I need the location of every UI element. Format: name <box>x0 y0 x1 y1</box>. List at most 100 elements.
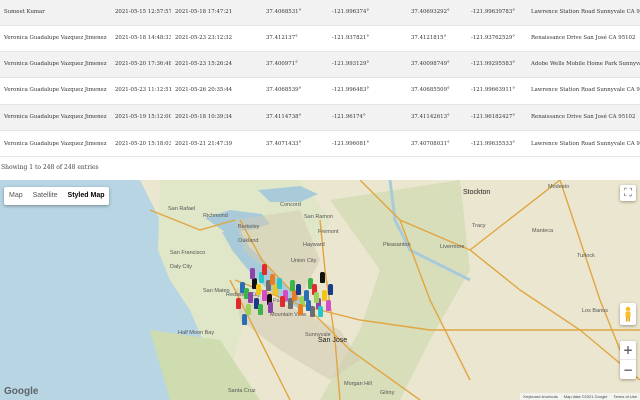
pegman-figure-icon <box>625 306 631 322</box>
map-marker[interactable] <box>248 292 253 303</box>
map-marker[interactable] <box>258 304 263 315</box>
cell-device-latitude: 37.40098749° <box>407 50 467 78</box>
cell-address: Lawrence Station Road Sunnyvale CA 94089 <box>527 77 640 105</box>
cell-user-name: Veronica Guadalupe Vazquez Jimenez <box>0 77 111 105</box>
cell-end-time: 2021-05-18 10:39:34 <box>171 103 262 131</box>
cell-latitude: 37.4068531° <box>262 0 328 25</box>
map-marker[interactable] <box>306 300 311 311</box>
cell-user-name: Veronica Guadalupe Vazquez Jimenez <box>0 24 111 52</box>
map-marker[interactable] <box>268 302 273 313</box>
city-label: Pleasanton <box>383 242 411 248</box>
map-marker[interactable] <box>328 284 333 295</box>
cell-longitude: -121.96174° <box>328 103 407 131</box>
google-logo: Google <box>4 386 39 397</box>
map-marker[interactable] <box>256 284 261 295</box>
city-label: Daly City <box>170 264 193 270</box>
table-row: Veronica Guadalupe Vazquez Jimenez 2021-0… <box>0 24 640 52</box>
cell-address: Adobe Wells Mobile Home Park Sunnyvale C… <box>527 50 640 78</box>
cell-latitude: 37.4071433° <box>262 130 328 156</box>
cell-user-name: Sumeet Kumar <box>0 0 111 25</box>
cell-end-time: 2021-05-23 23:12:32 <box>171 24 262 52</box>
terms-of-use-link[interactable]: Terms of Use <box>613 393 637 400</box>
cell-device-latitude: 37.40685509° <box>407 77 467 105</box>
table-row: Sumeet Kumar 2021-05-15 12:57:57 2021-05-1… <box>0 0 640 25</box>
cell-start-time: 2021-05-20 15:18:03 <box>111 130 171 156</box>
map-marker[interactable] <box>296 284 301 295</box>
cell-longitude: -121.996374° <box>328 0 407 25</box>
cell-device-latitude: 37.40708031° <box>407 130 467 156</box>
cell-device-latitude: 37.41142613° <box>407 103 467 131</box>
cell-user-name: Veronica Guadalupe Vazquez Jimenez <box>0 50 111 78</box>
map-type-control: Map Satellite Styled Map <box>4 187 110 205</box>
cell-end-time: 2021-05-23 15:26:24 <box>171 50 262 78</box>
map-marker[interactable] <box>236 298 241 309</box>
city-label: Hayward <box>303 242 325 248</box>
city-label: Berkeley <box>238 224 260 230</box>
map-marker[interactable] <box>298 304 303 315</box>
city-label: San Rafael <box>168 206 196 212</box>
cell-end-time: 2021-05-21 21:47:39 <box>171 130 262 156</box>
google-map[interactable]: San Rafael Richmond Concord Berkeley Oakland… <box>0 180 640 400</box>
cell-address: Renaissance Drive San José CA 95102 <box>527 24 640 52</box>
cell-longitude: -121.996081° <box>328 130 407 156</box>
map-marker[interactable] <box>320 272 325 283</box>
map-marker[interactable] <box>277 278 282 289</box>
city-label: Concord <box>280 202 301 208</box>
cell-device-longitude: -121.93762529° <box>467 24 527 52</box>
city-label: Richmond <box>203 213 228 219</box>
city-label: Morgan Hill <box>344 381 372 387</box>
fullscreen-icon[interactable]: ⛶ <box>620 185 636 201</box>
map-marker[interactable] <box>280 296 285 307</box>
cell-device-latitude: 37.40693292° <box>407 0 467 25</box>
cell-address: Renaissance Drive San José CA 95102 <box>527 103 640 131</box>
cell-address: Lawrence Station Road Sunnyvale CA 94089 <box>527 0 640 25</box>
cell-user-name: Veronica Guadalupe Vazquez Jimenez <box>0 130 111 156</box>
city-label: Stockton <box>463 189 491 196</box>
city-label: Gilroy <box>380 390 395 396</box>
city-label: Oakland <box>238 238 259 244</box>
cell-start-time: 2021-05-19 15:12:00 <box>111 103 171 131</box>
cell-user-name: Veronica Guadalupe Vazquez Jimenez <box>0 103 111 131</box>
cell-end-time: 2021-05-18 17:47:21 <box>171 0 262 25</box>
map-marker[interactable] <box>314 292 319 303</box>
city-label: Manteca <box>532 228 554 234</box>
cell-start-time: 2021-05-15 12:57:57 <box>111 0 171 25</box>
zoom-in-button[interactable]: + <box>620 341 636 360</box>
results-table-container: Sumeet Kumar 2021-05-15 12:57:57 2021-05-1… <box>0 0 640 157</box>
keyboard-shortcuts-link[interactable]: Keyboard shortcuts <box>523 393 557 400</box>
city-label: San Ramon <box>304 214 334 220</box>
cell-latitude: 37.4068539° <box>262 77 328 105</box>
cell-longitude: -121.937821° <box>328 24 407 52</box>
map-marker[interactable] <box>290 280 295 291</box>
map-data-text: Map data ©2021 Google <box>563 394 608 399</box>
city-label: San Jose <box>318 337 348 344</box>
cell-device-longitude: -121.99639783° <box>467 0 527 25</box>
map-marker[interactable] <box>250 268 255 279</box>
pegman-icon[interactable] <box>620 303 636 325</box>
map-attribution: Keyboard shortcuts Map data ©2021 Google… <box>520 393 640 400</box>
table-row: Veronica Guadalupe Vazquez Jimenez 2021-0… <box>0 103 640 131</box>
map-marker[interactable] <box>262 264 267 275</box>
cell-latitude: 37.412137° <box>262 24 328 52</box>
map-type-satellite[interactable]: Satellite <box>28 187 63 205</box>
map-marker[interactable] <box>246 304 251 315</box>
map-type-map[interactable]: Map <box>4 187 28 205</box>
zoom-out-button[interactable]: − <box>620 360 636 379</box>
city-label: Santa Cruz <box>228 388 256 394</box>
city-label: Turlock <box>577 253 595 259</box>
city-label: Tracy <box>472 223 486 229</box>
cell-device-latitude: 37.4121815° <box>407 24 467 52</box>
map-marker[interactable] <box>326 300 331 311</box>
zoom-control: + − <box>620 341 636 379</box>
city-label: Modesto <box>548 184 570 190</box>
table-row: Veronica Guadalupe Vazquez Jimenez 2021-0… <box>0 130 640 156</box>
map-marker[interactable] <box>318 306 323 317</box>
table-row: Veronica Guadalupe Vazquez Jimenez 2021-0… <box>0 77 640 105</box>
map-type-styled[interactable]: Styled Map <box>63 187 110 205</box>
city-label: Livermore <box>440 244 465 250</box>
cell-device-longitude: -121.99663911° <box>467 77 527 105</box>
map-marker[interactable] <box>242 314 247 325</box>
cell-address: Lawrence Station Road Sunnyvale CA 94089 <box>527 130 640 156</box>
city-label: San Francisco <box>170 250 206 256</box>
results-table: Sumeet Kumar 2021-05-15 12:57:57 2021-05-1… <box>0 0 640 156</box>
